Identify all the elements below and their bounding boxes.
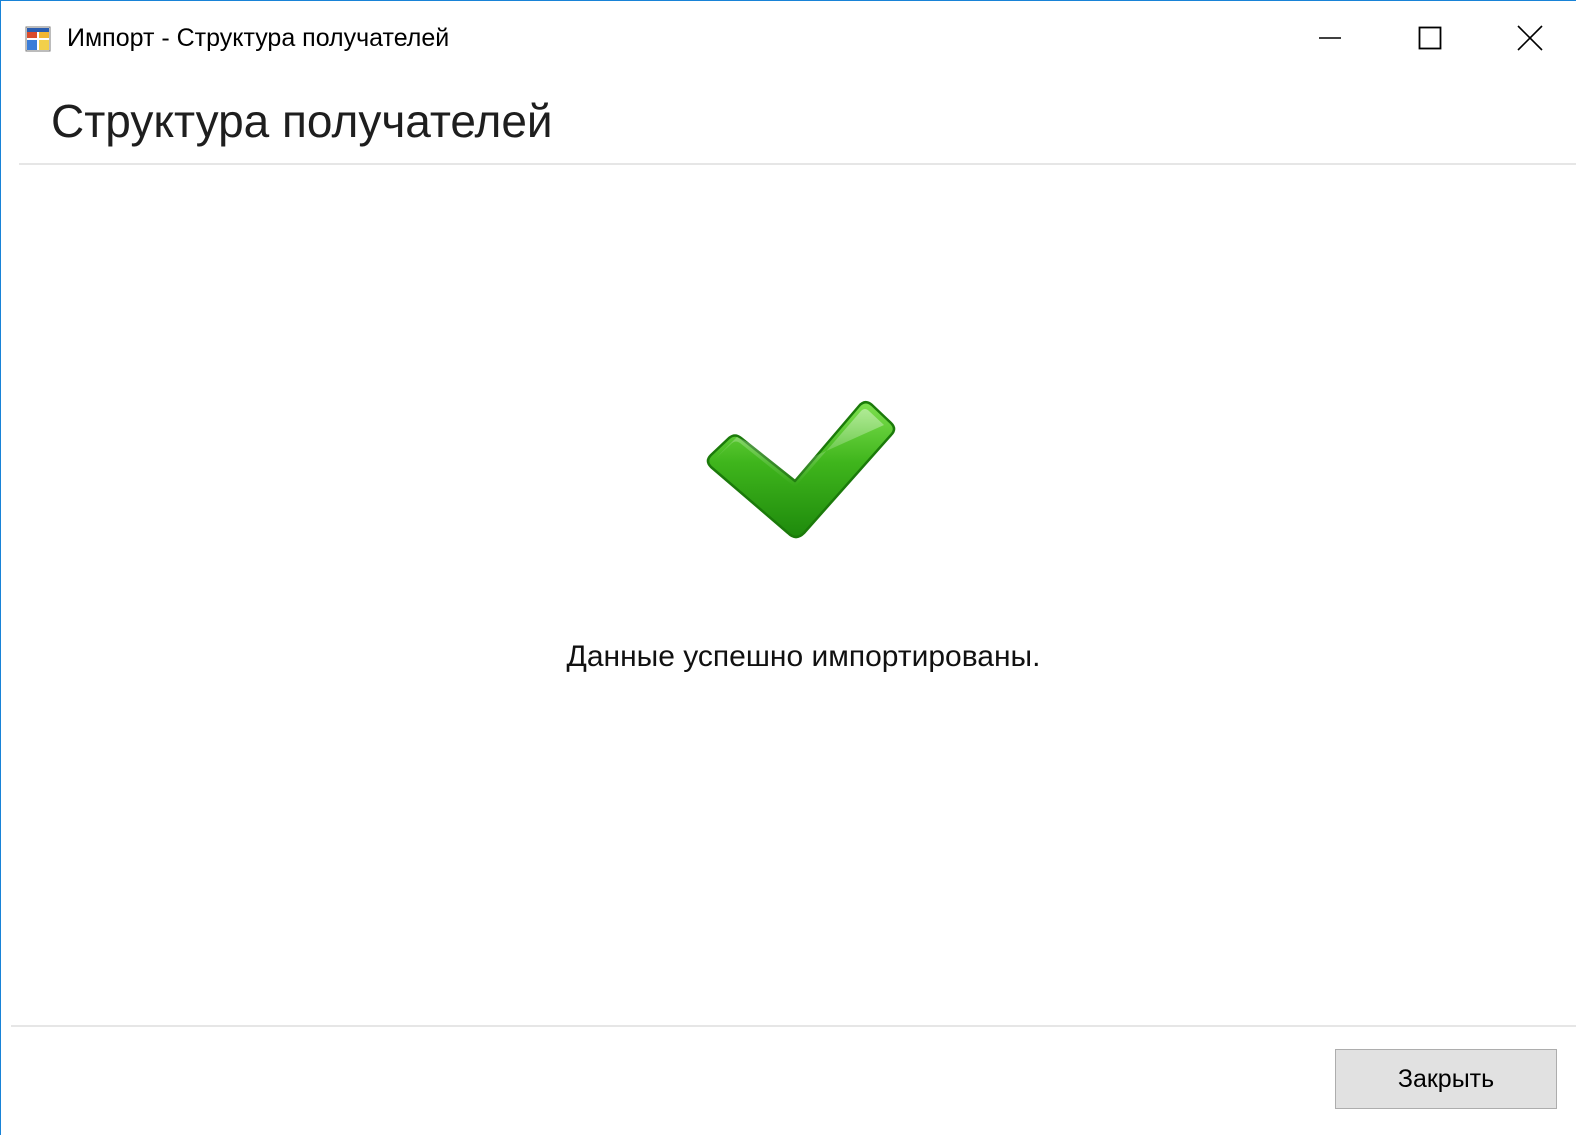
- result-panel: Данные успешно импортированы.: [11, 165, 1576, 1025]
- import-window: Импорт - Структура получателей Структура…: [0, 0, 1576, 1138]
- page-title: Структура получателей: [51, 95, 553, 147]
- app-window-icon[interactable]: [25, 26, 51, 52]
- minimize-button[interactable]: [1280, 1, 1380, 75]
- status-message: Данные успешно импортированы.: [566, 640, 1041, 673]
- page-header: Структура получателей: [19, 75, 1576, 165]
- close-button[interactable]: Закрыть: [1335, 1049, 1557, 1109]
- minimize-icon: [1319, 37, 1341, 39]
- maximize-icon: [1418, 26, 1442, 50]
- maximize-button[interactable]: [1380, 1, 1480, 75]
- window-title: Импорт - Структура получателей: [67, 24, 450, 52]
- close-icon: [1517, 25, 1543, 51]
- title-bar[interactable]: Импорт - Структура получателей: [1, 1, 1576, 75]
- checkmark-icon: [706, 401, 896, 539]
- close-window-button[interactable]: [1480, 1, 1576, 75]
- dialog-footer: Закрыть: [11, 1025, 1576, 1138]
